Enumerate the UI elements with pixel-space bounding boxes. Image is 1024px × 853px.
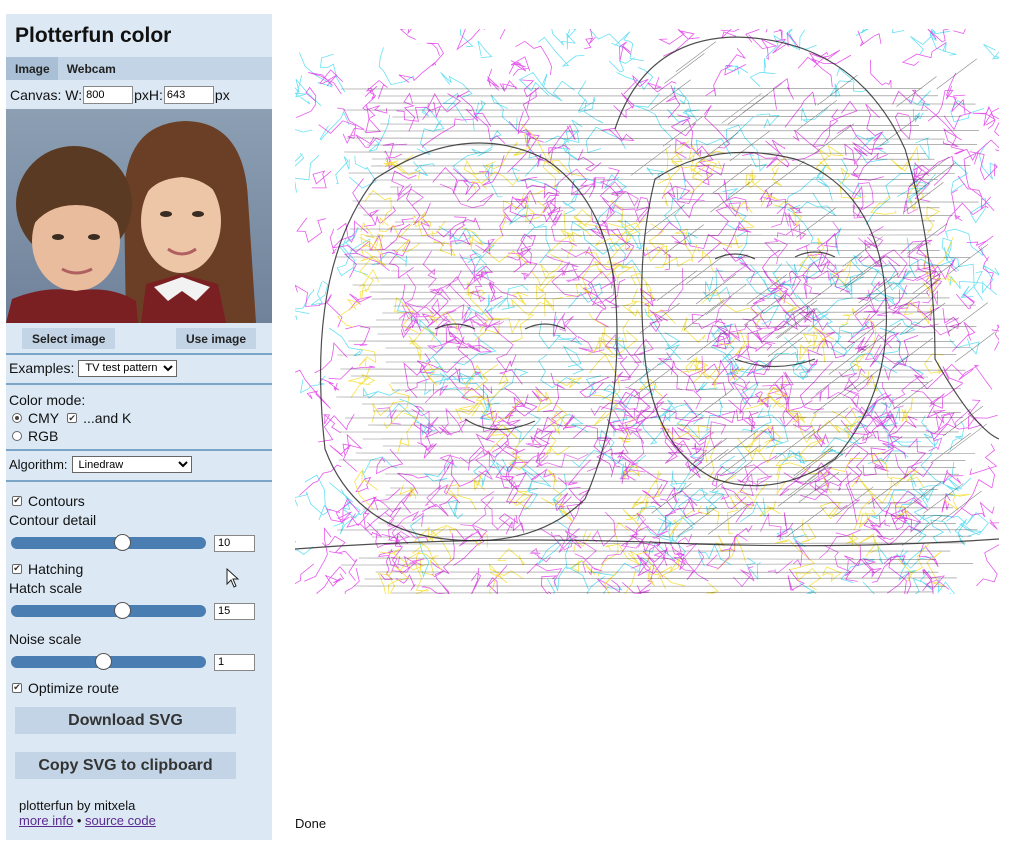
noise-scale-slider[interactable] — [11, 653, 206, 670]
footer-separator: • — [76, 813, 82, 828]
canvas-width-label: Canvas: W: — [10, 86, 83, 103]
control-panel: Plotterfun color Image Webcam Canvas: W:… — [6, 14, 272, 840]
and-k-label: ...and K — [83, 410, 132, 426]
optimize-route-label: Optimize route — [28, 679, 120, 696]
contour-detail-slider[interactable] — [11, 534, 206, 551]
noise-scale-row — [6, 649, 272, 675]
hatch-scale-thumb[interactable] — [114, 602, 132, 619]
color-mode-group: Color mode: CMY ✔ ...and K RGB — [6, 385, 272, 447]
examples-label: Examples: — [9, 360, 75, 376]
app-title: Plotterfun color — [15, 24, 172, 47]
use-image-button[interactable]: Use image — [175, 328, 256, 349]
contour-detail-thumb[interactable] — [114, 534, 132, 551]
algorithm-row: Algorithm: Linedraw — [6, 451, 272, 478]
color-mode-label: Color mode: — [9, 392, 86, 408]
optimize-route-checkbox[interactable]: ✔ — [12, 682, 22, 693]
footer: plotterfun by mitxela more info • source… — [6, 798, 272, 828]
and-k-checkbox[interactable]: ✔ — [67, 413, 78, 423]
canvas-height-label: H: — [148, 86, 163, 103]
tab-webcam[interactable]: Webcam — [58, 57, 124, 80]
copy-svg-button[interactable]: Copy SVG to clipboard — [15, 752, 236, 779]
noise-scale-input[interactable] — [214, 653, 255, 671]
contour-detail-input[interactable] — [214, 534, 255, 552]
cmy-label: CMY — [28, 410, 60, 426]
source-tabs: Image Webcam — [6, 57, 272, 80]
hatching-checkbox[interactable]: ✔ — [12, 563, 22, 574]
credit-text: plotterfun by mitxela — [19, 798, 136, 813]
contour-detail-row — [6, 530, 272, 556]
examples-select[interactable]: TV test pattern — [78, 359, 178, 377]
cmy-radio[interactable] — [12, 413, 22, 423]
hatch-scale-input[interactable] — [214, 602, 255, 620]
hatch-scale-row — [6, 598, 272, 624]
tab-image[interactable]: Image — [6, 57, 58, 80]
plot-output-canvas — [295, 29, 999, 594]
contour-detail-label: Contour detail — [9, 512, 97, 528]
rgb-radio[interactable] — [12, 431, 22, 441]
noise-scale-label: Noise scale — [9, 631, 82, 647]
canvas-width-input[interactable] — [83, 85, 134, 104]
contours-checkbox[interactable]: ✔ — [12, 495, 22, 506]
hatch-scale-slider[interactable] — [11, 602, 206, 619]
more-info-link[interactable]: more info — [19, 813, 73, 828]
source-code-link[interactable]: source code — [85, 813, 156, 828]
contours-row: ✔ Contours — [6, 490, 272, 511]
source-image-preview — [6, 109, 272, 323]
algorithm-label: Algorithm: — [9, 457, 68, 472]
algorithm-select[interactable]: Linedraw — [71, 456, 192, 473]
noise-scale-thumb[interactable] — [94, 653, 112, 670]
select-image-button[interactable]: Select image — [22, 328, 116, 349]
px-unit-label: px — [134, 86, 149, 103]
image-buttons-row: Select image Use image — [6, 323, 272, 351]
canvas-height-input[interactable] — [163, 85, 214, 104]
contours-label: Contours — [28, 492, 85, 509]
canvas-size-row: Canvas: W: px H: px — [6, 80, 272, 109]
status-text: Done — [295, 816, 327, 831]
px-unit-label-2: px — [214, 86, 230, 103]
mouse-pointer-icon — [226, 568, 240, 588]
examples-row: Examples: TV test pattern — [6, 355, 272, 381]
hatching-label: Hatching — [28, 560, 84, 577]
download-svg-button[interactable]: Download SVG — [15, 707, 236, 734]
rgb-label: RGB — [28, 428, 59, 444]
optimize-route-row: ✔ Optimize route — [6, 677, 272, 698]
